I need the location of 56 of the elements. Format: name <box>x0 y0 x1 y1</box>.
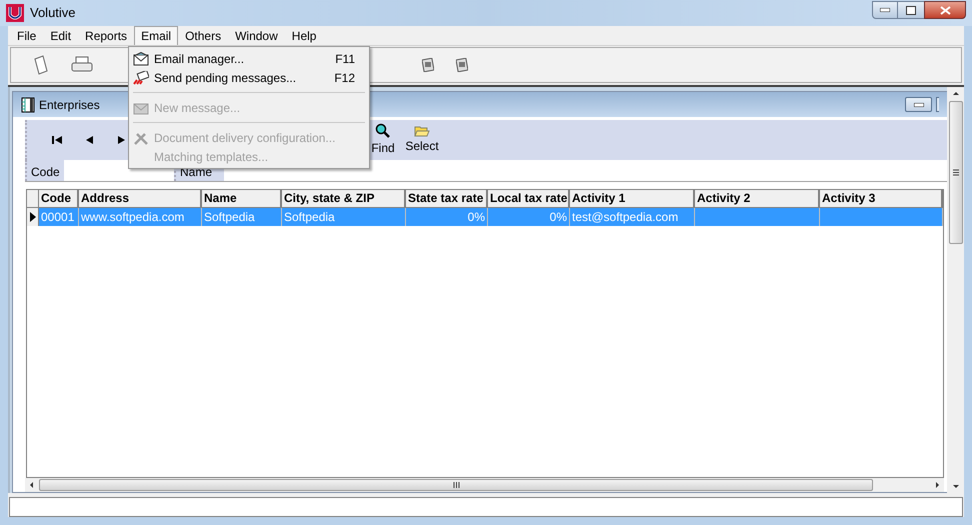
menu-option[interactable]: Email manager... F11 <box>129 49 369 68</box>
select-button[interactable]: Select <box>401 125 443 155</box>
printer-icon[interactable] <box>71 56 93 74</box>
column-header[interactable]: Activity 3 <box>820 190 943 208</box>
search-icon <box>375 123 391 139</box>
maximize-button[interactable] <box>898 1 924 19</box>
table-cell: Softpedia <box>204 210 255 224</box>
table-cell: 0% <box>550 210 567 224</box>
column-header[interactable]: City, state & ZIP <box>282 190 406 208</box>
field-label: Name <box>179 164 214 181</box>
column-header[interactable]: Activity 1 <box>570 190 695 208</box>
folder-icon <box>414 125 430 137</box>
document-icon[interactable] <box>422 58 434 72</box>
minimize-button[interactable] <box>872 1 898 19</box>
menu-item[interactable]: File <box>10 26 44 45</box>
scrollbar-thumb[interactable] <box>948 101 962 244</box>
window-title: Volutive <box>30 4 76 22</box>
grip-icon <box>452 482 460 488</box>
minimize-icon <box>914 102 924 106</box>
menu-item[interactable]: Window <box>228 26 285 45</box>
menu-item[interactable]: Email <box>134 26 178 45</box>
field-label: Code <box>30 164 61 181</box>
minimize-icon <box>880 8 890 12</box>
minimize-button[interactable] <box>905 97 932 112</box>
close-button[interactable] <box>924 1 966 19</box>
column-header[interactable]: Local tax rate <box>488 190 570 208</box>
scrollbar-thumb[interactable] <box>39 479 873 491</box>
column-header[interactable]: Address <box>79 190 202 208</box>
close-icon <box>940 6 950 14</box>
column-header[interactable]: State tax rate <box>406 190 488 208</box>
maximize-icon <box>906 6 916 14</box>
table-cell: Softpedia <box>284 210 335 224</box>
menu-item[interactable]: Reports <box>78 26 134 45</box>
menu-item[interactable]: Help <box>284 26 324 45</box>
first-record-icon <box>52 136 62 144</box>
table-cell: 00001 <box>41 210 74 224</box>
grip-icon <box>952 169 958 176</box>
column-header[interactable]: Activity 2 <box>695 190 820 208</box>
menu-item[interactable]: Edit <box>43 26 78 45</box>
current-row-icon <box>30 212 36 222</box>
page-icon[interactable] <box>33 55 49 75</box>
next-icon <box>118 136 124 144</box>
column-header[interactable]: Code <box>39 190 79 208</box>
previous-icon <box>86 136 92 144</box>
table-cell: 0% <box>468 210 485 224</box>
horizontal-scrollbar[interactable] <box>25 478 944 492</box>
menu-item[interactable]: Others <box>178 26 228 45</box>
menu-option[interactable]: Send pending messages... F12 <box>129 68 369 87</box>
child-window-title: Enterprises <box>39 96 100 114</box>
document-icon[interactable] <box>456 58 468 72</box>
book-icon <box>21 96 35 112</box>
column-header[interactable]: Name <box>202 190 282 208</box>
table-cell: www.softpedia.com <box>81 210 184 224</box>
vertical-scrollbar[interactable] <box>947 87 964 493</box>
app-logo-icon <box>6 4 24 22</box>
table-cell: test@softpedia.com <box>572 210 678 224</box>
